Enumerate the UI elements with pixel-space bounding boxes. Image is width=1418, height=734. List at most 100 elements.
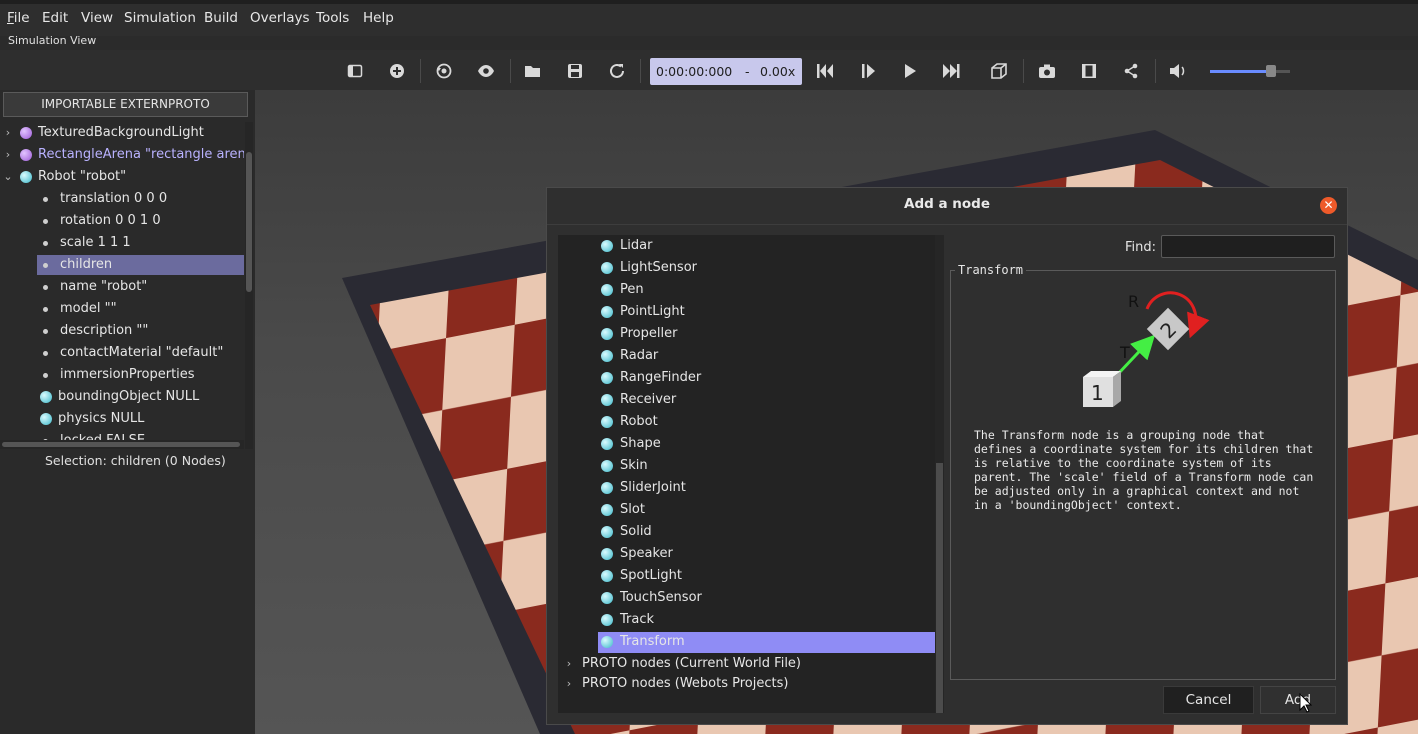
scene-tree-item[interactable]: › TexturedBackgroundLight xyxy=(0,122,244,144)
close-icon[interactable]: ✕ xyxy=(1320,197,1337,214)
scene-tree-horizontal-scrollbar[interactable] xyxy=(0,440,244,449)
node-icon xyxy=(601,570,613,582)
node-list-item-label: Solid xyxy=(620,524,652,539)
node-list-scrollbar[interactable] xyxy=(935,235,944,713)
node-icon xyxy=(601,262,613,274)
save-icon[interactable] xyxy=(562,58,588,84)
scene-tree-item[interactable]: model "" xyxy=(0,298,244,320)
scene-tree-vertical-scrollbar[interactable] xyxy=(245,122,253,449)
menu-view[interactable]: View xyxy=(81,10,113,26)
node-info-title: Transform xyxy=(955,263,1027,277)
node-list-item[interactable]: Propeller xyxy=(558,323,944,345)
node-list-item[interactable]: Solid xyxy=(558,521,944,543)
node-list-item[interactable]: RangeFinder xyxy=(558,367,944,389)
menu-help[interactable]: Help xyxy=(363,10,394,26)
node-list-item[interactable]: Robot xyxy=(558,411,944,433)
selection-status: Selection: children (0 Nodes) xyxy=(45,453,226,468)
share-icon[interactable] xyxy=(1118,58,1144,84)
menu-edit[interactable]: Edit xyxy=(42,10,68,26)
node-icon xyxy=(601,526,613,538)
scene-tree-item[interactable]: physics NULL xyxy=(0,408,244,430)
node-list-item[interactable]: SliderJoint xyxy=(558,477,944,499)
expand-arrow-icon[interactable]: › xyxy=(564,653,574,675)
simulation-view-label: Simulation View xyxy=(8,34,97,47)
add-node-icon[interactable] xyxy=(384,58,410,84)
node-icon xyxy=(601,482,613,494)
node-list-item-label: Track xyxy=(620,612,655,627)
field-bullet-icon xyxy=(43,219,48,224)
scene-tree-item[interactable]: translation 0 0 0 xyxy=(0,188,244,210)
node-category-label: PROTO nodes (Webots Projects) xyxy=(582,676,789,691)
reload-icon[interactable] xyxy=(604,58,630,84)
node-list-item[interactable]: Slot xyxy=(558,499,944,521)
node-category[interactable]: › PROTO nodes (Webots Projects) xyxy=(558,673,944,695)
scene-tree-item-label: RectangleArena "rectangle arena" xyxy=(38,147,244,162)
node-list-item[interactable]: LightSensor xyxy=(558,257,944,279)
menu-overlays[interactable]: Overlays xyxy=(250,10,310,26)
node-list-item[interactable]: Skin xyxy=(558,455,944,477)
node-list-item[interactable]: SpotLight xyxy=(558,565,944,587)
scene-tree-item[interactable]: boundingObject NULL xyxy=(0,386,244,408)
scene-tree-item-label: boundingObject NULL xyxy=(58,389,200,404)
toggle-panel-icon[interactable] xyxy=(342,58,368,84)
node-list-item-label: Lidar xyxy=(620,238,653,253)
cancel-button[interactable]: Cancel xyxy=(1163,686,1254,714)
time-separator: - xyxy=(745,64,750,79)
expand-arrow-icon[interactable]: › xyxy=(564,673,574,695)
node-list-item[interactable]: Shape xyxy=(558,433,944,455)
node-description: The Transform node is a grouping node th… xyxy=(974,428,1314,512)
scene-tree-item[interactable]: scale 1 1 1 xyxy=(0,232,244,254)
node-list-item[interactable]: TouchSensor xyxy=(558,587,944,609)
scene-tree-item[interactable]: › RectangleArena "rectangle arena" xyxy=(0,144,244,166)
menu-tools[interactable]: Tools xyxy=(316,10,349,26)
menu-simulation[interactable]: Simulation xyxy=(124,10,196,26)
film-icon[interactable] xyxy=(1076,58,1102,84)
cube-view-icon[interactable] xyxy=(986,58,1012,84)
node-list-item[interactable]: Pen xyxy=(558,279,944,301)
find-input[interactable] xyxy=(1161,235,1335,258)
node-icon xyxy=(601,438,613,450)
expand-arrow-icon[interactable]: › xyxy=(3,144,13,166)
node-list-item[interactable]: PointLight xyxy=(558,301,944,323)
node-list-item[interactable]: Track xyxy=(558,609,944,631)
menu-file[interactable]: File xyxy=(7,10,30,26)
scrollbar-thumb[interactable] xyxy=(936,463,943,713)
eye-icon[interactable] xyxy=(473,58,499,84)
node-icon xyxy=(601,328,613,340)
collapse-arrow-icon[interactable]: ⌄ xyxy=(3,166,13,188)
node-list-item[interactable]: Lidar xyxy=(558,235,944,257)
field-bullet-icon xyxy=(43,263,48,268)
importable-externproto-button[interactable]: IMPORTABLE EXTERNPROTO xyxy=(3,92,248,117)
volume-icon[interactable] xyxy=(1165,58,1191,84)
scene-tree-item[interactable]: immersionProperties xyxy=(0,364,244,386)
expand-arrow-icon[interactable]: › xyxy=(3,122,13,144)
add-node-dialog: Add a node ✕ Lidar LightSensor Pen PointLig… xyxy=(546,187,1348,725)
node-list-item[interactable]: Radar xyxy=(558,345,944,367)
node-category[interactable]: › PROTO nodes (Current World File) xyxy=(558,653,944,675)
scene-tree-item[interactable]: ⌄ Robot "robot" xyxy=(0,166,244,188)
scene-tree-item[interactable]: name "robot" xyxy=(0,276,244,298)
scrollbar-thumb[interactable] xyxy=(246,152,252,292)
node-list-item-label: TouchSensor xyxy=(620,590,702,605)
fast-forward-icon[interactable] xyxy=(938,58,964,84)
volume-slider[interactable] xyxy=(1210,70,1290,73)
menu-build[interactable]: Build xyxy=(204,10,238,26)
step-back-icon[interactable] xyxy=(812,58,838,84)
add-button[interactable]: Add xyxy=(1260,686,1336,714)
scene-tree-item[interactable]: description "" xyxy=(0,320,244,342)
reset-view-icon[interactable] xyxy=(431,58,457,84)
node-icon xyxy=(601,284,613,296)
node-list-item[interactable]: Speaker xyxy=(558,543,944,565)
volume-handle[interactable] xyxy=(1266,65,1276,77)
step-icon[interactable] xyxy=(855,58,881,84)
scrollbar-thumb[interactable] xyxy=(2,442,240,447)
scene-tree-item[interactable]: children xyxy=(0,254,244,276)
scene-tree-item[interactable]: contactMaterial "default" xyxy=(0,342,244,364)
scene-tree-item[interactable]: rotation 0 0 1 0 xyxy=(0,210,244,232)
node-list-item[interactable]: Transform xyxy=(558,631,944,653)
open-folder-icon[interactable] xyxy=(520,58,546,84)
camera-icon[interactable] xyxy=(1034,58,1060,84)
proto-node-icon xyxy=(20,127,32,139)
play-icon[interactable] xyxy=(897,58,923,84)
node-list-item[interactable]: Receiver xyxy=(558,389,944,411)
